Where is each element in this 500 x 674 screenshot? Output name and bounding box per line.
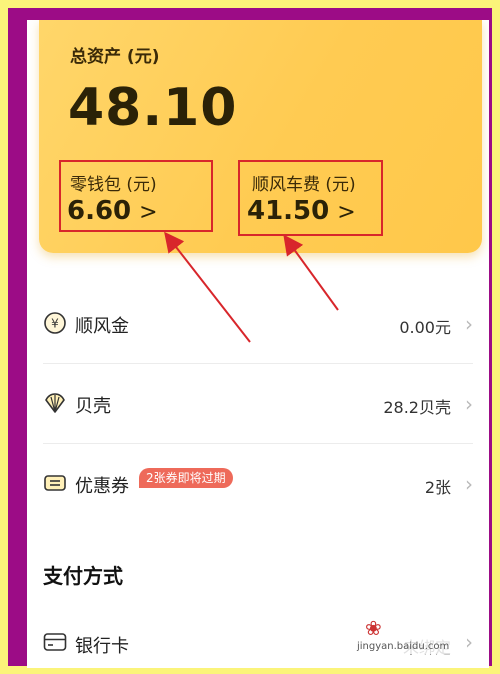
- bank-card-icon: [43, 633, 67, 651]
- beike-chevron-icon: ›: [465, 392, 473, 416]
- wallet-link[interactable]: 6.60 >: [67, 192, 207, 228]
- svg-text:¥: ¥: [51, 317, 59, 331]
- wallet-value: 6.60: [67, 196, 132, 226]
- magenta-frame: 总资产 (元) 48.10 零钱包 (元) 6.60 > 顺风车费 (元) 41.…: [8, 8, 492, 668]
- shell-icon: [45, 393, 65, 413]
- beike-row[interactable]: 贝壳 28.2贝壳 ›: [43, 364, 473, 444]
- yen-coin-icon: ¥: [44, 312, 66, 334]
- watermark-text: jingyan.baidu.com: [357, 641, 450, 652]
- coupon-value: 2张: [424, 478, 451, 497]
- shunfengjin-row[interactable]: ¥ 顺风金 0.00元 ›: [43, 284, 473, 364]
- phone-screen: 总资产 (元) 48.10 零钱包 (元) 6.60 > 顺风车费 (元) 41.…: [27, 20, 489, 668]
- total-assets-value: 48.10: [68, 78, 238, 138]
- total-assets-label: 总资产 (元): [70, 47, 160, 67]
- beike-value: 28.2贝壳: [383, 398, 451, 417]
- baidu-paw-logo-icon: ❀: [365, 616, 382, 640]
- ride-fee-chevron-icon: >: [337, 200, 356, 225]
- shunfengjin-chevron-icon: ›: [465, 312, 473, 336]
- beike-label: 贝壳: [75, 396, 111, 417]
- shunfengjin-value: 0.00元: [399, 318, 451, 337]
- baidu-watermark: ❀ jingyan.baidu.com: [357, 614, 467, 654]
- wallet-chevron-icon: >: [139, 200, 158, 225]
- ride-fee-value: 41.50: [247, 196, 330, 226]
- ride-fee-link[interactable]: 41.50 >: [247, 192, 377, 228]
- coupon-label: 优惠券: [75, 476, 129, 497]
- coupon-row[interactable]: 优惠券 2张券即将过期 2张 ›: [43, 444, 473, 524]
- coupon-expiry-badge: 2张券即将过期: [139, 468, 233, 488]
- ticket-icon: [44, 475, 66, 491]
- shunfengjin-label: 顺风金: [75, 316, 129, 337]
- bank-card-label: 银行卡: [75, 636, 129, 657]
- coupon-chevron-icon: ›: [465, 472, 473, 496]
- payment-section-title: 支付方式: [43, 564, 123, 588]
- assets-card: 总资产 (元) 48.10 零钱包 (元) 6.60 > 顺风车费 (元) 41.…: [39, 20, 482, 253]
